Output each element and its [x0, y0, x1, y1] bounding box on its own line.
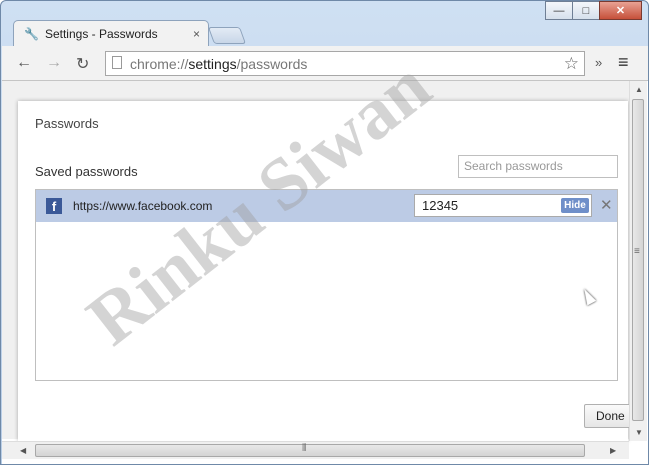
list-item[interactable]: f https://www.facebook.com 12345 Hide ✕ — [36, 190, 617, 222]
remove-icon[interactable]: ✕ — [600, 196, 613, 214]
hide-password-button[interactable]: Hide — [561, 198, 589, 213]
settings-overlay: Passwords Saved passwords Search passwor… — [2, 45, 634, 441]
page-content: Passwords Saved passwords Search passwor… — [2, 45, 648, 464]
search-passwords-input[interactable]: Search passwords — [458, 155, 618, 178]
password-field[interactable]: 12345 Hide — [414, 194, 592, 217]
menu-icon[interactable]: ≡ — [618, 52, 629, 73]
facebook-icon: f — [46, 198, 62, 214]
reload-icon[interactable]: ↻ — [76, 54, 89, 74]
minimize-button[interactable]: — — [545, 1, 573, 20]
horizontal-scrollbar[interactable]: ◀ ⦀ ▶ — [2, 441, 629, 459]
grip-icon: ⦀ — [302, 443, 307, 454]
wrench-icon: 🔧 — [24, 26, 39, 41]
passwords-dialog: Passwords Saved passwords Search passwor… — [18, 101, 634, 441]
scroll-up-icon[interactable]: ▲ — [635, 85, 643, 94]
browser-window: — □ ✕ 🔧 Settings - Passwords × ← → ↻ chr… — [0, 0, 649, 465]
back-icon[interactable]: ← — [16, 54, 32, 72]
vertical-scrollbar[interactable]: ▲ ≡ ▼ — [629, 81, 647, 441]
passwords-list: f https://www.facebook.com 12345 Hide ✕ — [35, 189, 618, 381]
address-bar[interactable]: chrome://settings/passwords ☆ — [105, 51, 585, 76]
overflow-icon[interactable]: » — [595, 55, 602, 70]
toolbar: ← → ↻ chrome://settings/passwords ☆ » ≡ — [2, 46, 648, 81]
done-button[interactable]: Done — [584, 404, 634, 428]
scroll-right-icon[interactable]: ▶ — [610, 446, 616, 455]
maximize-button[interactable]: □ — [572, 1, 600, 20]
password-value: 12345 — [422, 198, 459, 213]
horizontal-scroll-thumb[interactable] — [35, 444, 585, 457]
tab-title: Settings - Passwords — [44, 26, 158, 41]
close-window-button[interactable]: ✕ — [599, 1, 642, 20]
bookmark-star-icon[interactable]: ☆ — [564, 54, 579, 74]
site-url: https://www.facebook.com — [73, 199, 213, 213]
window-controls: — □ ✕ — [545, 1, 642, 20]
scroll-left-icon[interactable]: ◀ — [20, 446, 26, 455]
vertical-scroll-thumb[interactable] — [632, 99, 644, 421]
url-scheme: chrome:// — [130, 55, 189, 72]
tab-close-icon[interactable]: × — [193, 27, 200, 41]
scroll-down-icon[interactable]: ▼ — [635, 428, 643, 437]
url-path: /passwords — [236, 55, 308, 72]
page-icon — [112, 56, 122, 69]
saved-passwords-heading: Saved passwords — [35, 164, 138, 179]
forward-icon[interactable]: → — [46, 54, 62, 72]
url-host: settings — [188, 55, 237, 72]
dialog-title: Passwords — [35, 116, 99, 131]
grip-icon: ≡ — [634, 246, 640, 257]
tab-settings-passwords[interactable]: 🔧 Settings - Passwords × — [13, 20, 209, 46]
new-tab-button[interactable] — [207, 27, 247, 44]
